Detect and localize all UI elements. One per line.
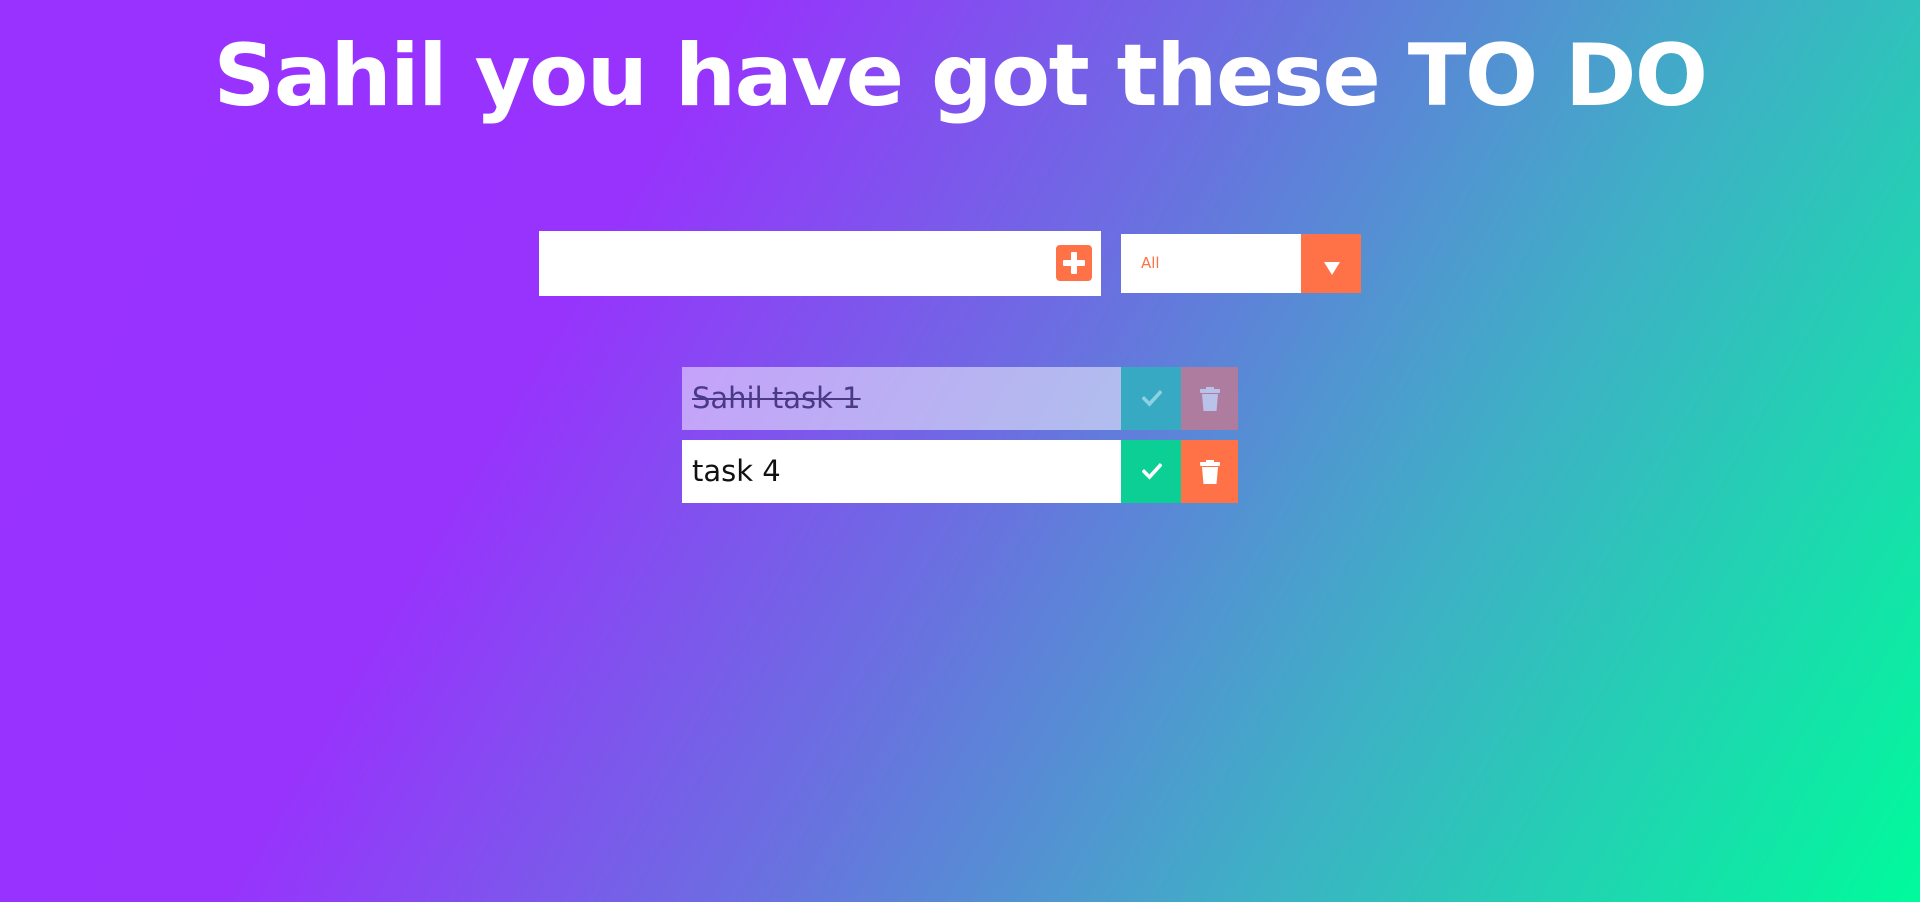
check-icon [1142,389,1162,407]
todo-text: task 4 [692,454,781,488]
page-title: Sahil you have got these TO DO [213,26,1708,126]
todo-form [539,231,1101,296]
todo-text-box: task 4 [682,440,1121,503]
delete-button[interactable] [1181,367,1238,430]
delete-button[interactable] [1181,440,1238,503]
filter-dropdown-button[interactable] [1301,234,1361,293]
todo-item: Sahil task 1 [682,367,1238,430]
filter-selected-value: All [1141,254,1160,272]
todo-text-box: Sahil task 1 [682,367,1121,430]
trash-icon [1200,387,1220,411]
filter-select[interactable]: All [1121,234,1361,293]
todo-input[interactable] [539,231,1049,296]
trash-icon [1200,460,1220,484]
todo-text: Sahil task 1 [692,381,861,415]
complete-button[interactable] [1121,440,1181,503]
todo-item: task 4 [682,440,1238,503]
add-todo-button[interactable] [1056,245,1092,281]
caret-down-icon [1324,262,1340,275]
check-icon [1142,462,1162,480]
complete-button[interactable] [1121,367,1181,430]
